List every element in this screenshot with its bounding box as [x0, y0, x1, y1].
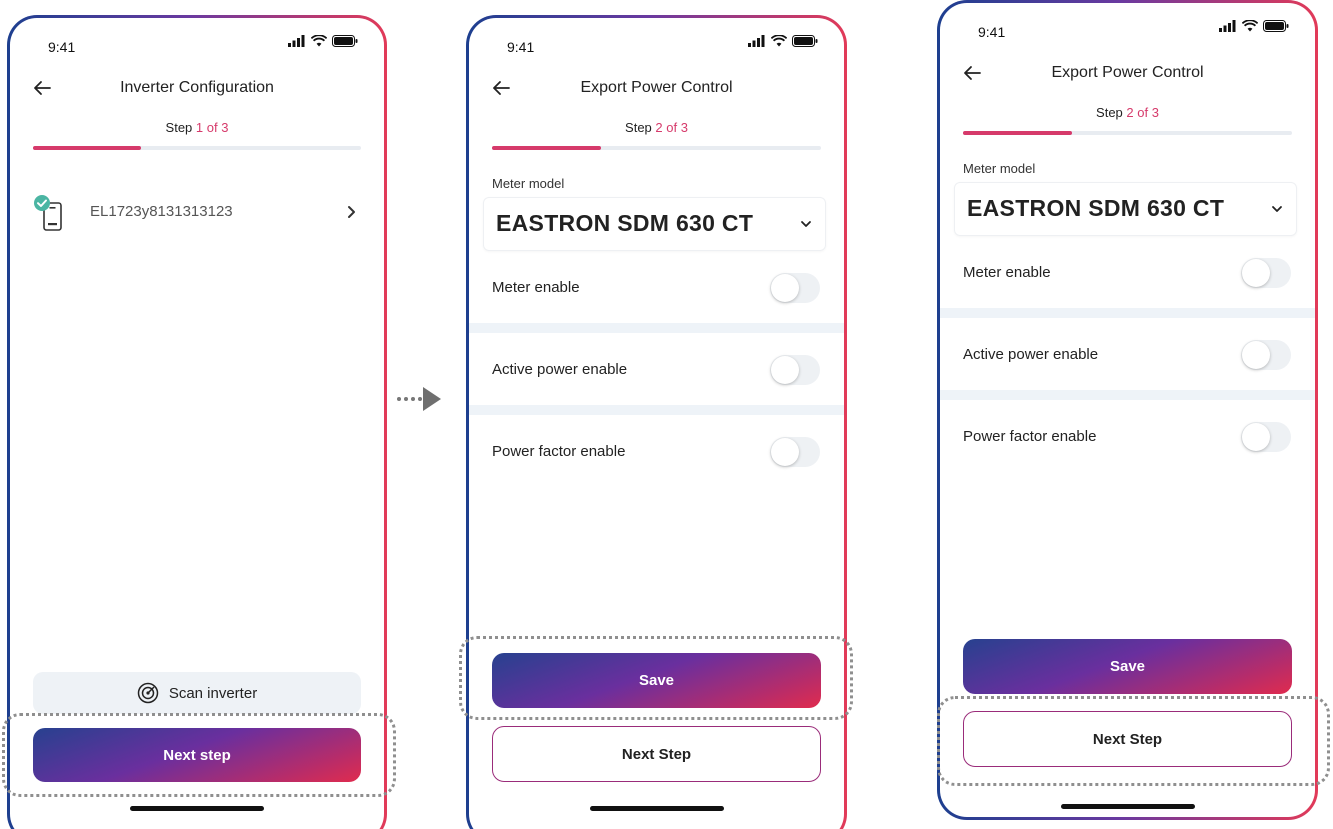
progress-fill: [33, 146, 142, 150]
progress-bar: [33, 146, 361, 150]
divider: [469, 323, 844, 333]
status-bar: 9:41: [940, 3, 1315, 63]
highlight-next-step: [2, 713, 396, 797]
active-power-enable-toggle[interactable]: [770, 355, 820, 385]
step-indicator: Step 2 of 3: [625, 120, 688, 135]
progress-fill: [492, 146, 601, 150]
progress-bar: [492, 146, 821, 150]
battery-icon: [792, 35, 818, 47]
next-step-button[interactable]: Next Step: [492, 726, 821, 782]
signal-icon: [748, 35, 765, 47]
header: Export Power Control: [940, 61, 1315, 91]
meter-enable-toggle[interactable]: [770, 273, 820, 303]
page-title: Export Power Control: [1051, 64, 1204, 81]
meter-enable-toggle[interactable]: [1241, 258, 1291, 288]
chevron-right-icon: [348, 206, 355, 218]
header: Export Power Control: [469, 76, 844, 106]
toggle-row-active-power-enable: Active power enable: [940, 331, 1315, 381]
toggle-label: Meter enable: [492, 279, 580, 296]
progress-bar: [963, 131, 1292, 135]
divider: [469, 405, 844, 415]
wifi-icon: [311, 35, 327, 47]
flow-arrow-icon: [397, 387, 441, 411]
meter-model-value: EASTRON SDM 630 CT: [496, 210, 754, 236]
device-id: EL1723y8131313123: [90, 203, 233, 220]
highlight-save: [459, 636, 853, 720]
page-title: Export Power Control: [580, 79, 733, 96]
toggle-row-active-power-enable: Active power enable: [469, 346, 844, 396]
divider: [940, 390, 1315, 400]
step-indicator: Step 2 of 3: [1096, 105, 1159, 120]
home-indicator: [1060, 804, 1195, 809]
device-list-item[interactable]: EL1723y8131313123: [10, 194, 384, 244]
home-indicator: [130, 806, 264, 811]
toggle-row-meter-enable: Meter enable: [940, 249, 1315, 299]
toggle-label: Power factor enable: [492, 443, 626, 460]
check-badge-icon: [34, 195, 50, 211]
wifi-icon: [1242, 20, 1258, 32]
screen: 9:41 Export Power Control Step 2 of 3 Me…: [940, 3, 1315, 817]
toggle-row-power-factor-enable: Power factor enable: [940, 413, 1315, 463]
signal-icon: [288, 35, 305, 47]
wifi-icon: [771, 35, 787, 47]
scan-inverter-button[interactable]: Scan inverter: [33, 672, 361, 714]
step-indicator: Step 1 of 3: [165, 120, 229, 135]
home-indicator: [589, 806, 724, 811]
power-factor-enable-toggle[interactable]: [1241, 422, 1291, 452]
chevron-down-icon: [801, 221, 811, 227]
meter-model-select[interactable]: EASTRON SDM 630 CT: [954, 182, 1297, 236]
toggle-label: Power factor enable: [963, 428, 1097, 445]
phone-screen-inverter-configuration: 9:41 Inverter Configuration Step 1 of 3 …: [7, 15, 387, 829]
power-factor-enable-toggle[interactable]: [770, 437, 820, 467]
status-time: 9:41: [507, 39, 535, 55]
meter-model-label: Meter model: [492, 176, 565, 191]
status-time: 9:41: [978, 24, 1006, 40]
chevron-down-icon: [1272, 206, 1282, 212]
device-icon: [34, 195, 62, 231]
meter-model-label: Meter model: [963, 161, 1036, 176]
status-time: 9:41: [48, 39, 76, 55]
screen: 9:41 Inverter Configuration Step 1 of 3 …: [10, 18, 384, 829]
header: Inverter Configuration: [10, 76, 384, 106]
divider: [940, 308, 1315, 318]
status-bar: 9:41: [10, 18, 384, 78]
status-bar: 9:41: [469, 18, 844, 78]
toggle-row-power-factor-enable: Power factor enable: [469, 428, 844, 478]
toggle-label: Meter enable: [963, 264, 1051, 281]
meter-model-select[interactable]: EASTRON SDM 630 CT: [483, 197, 826, 251]
toggle-row-meter-enable: Meter enable: [469, 264, 844, 314]
toggle-label: Active power enable: [492, 361, 628, 378]
scan-inverter-label: Scan inverter: [168, 684, 258, 702]
progress-fill: [963, 131, 1072, 135]
toggle-label: Active power enable: [963, 346, 1099, 363]
highlight-next-step: [937, 696, 1330, 786]
active-power-enable-toggle[interactable]: [1241, 340, 1291, 370]
page-title: Inverter Configuration: [120, 79, 274, 96]
signal-icon: [1219, 20, 1236, 32]
battery-icon: [1263, 20, 1289, 32]
battery-icon: [332, 35, 358, 47]
meter-model-value: EASTRON SDM 630 CT: [967, 195, 1225, 221]
save-button[interactable]: Save: [963, 639, 1292, 694]
radar-icon: [137, 682, 159, 704]
